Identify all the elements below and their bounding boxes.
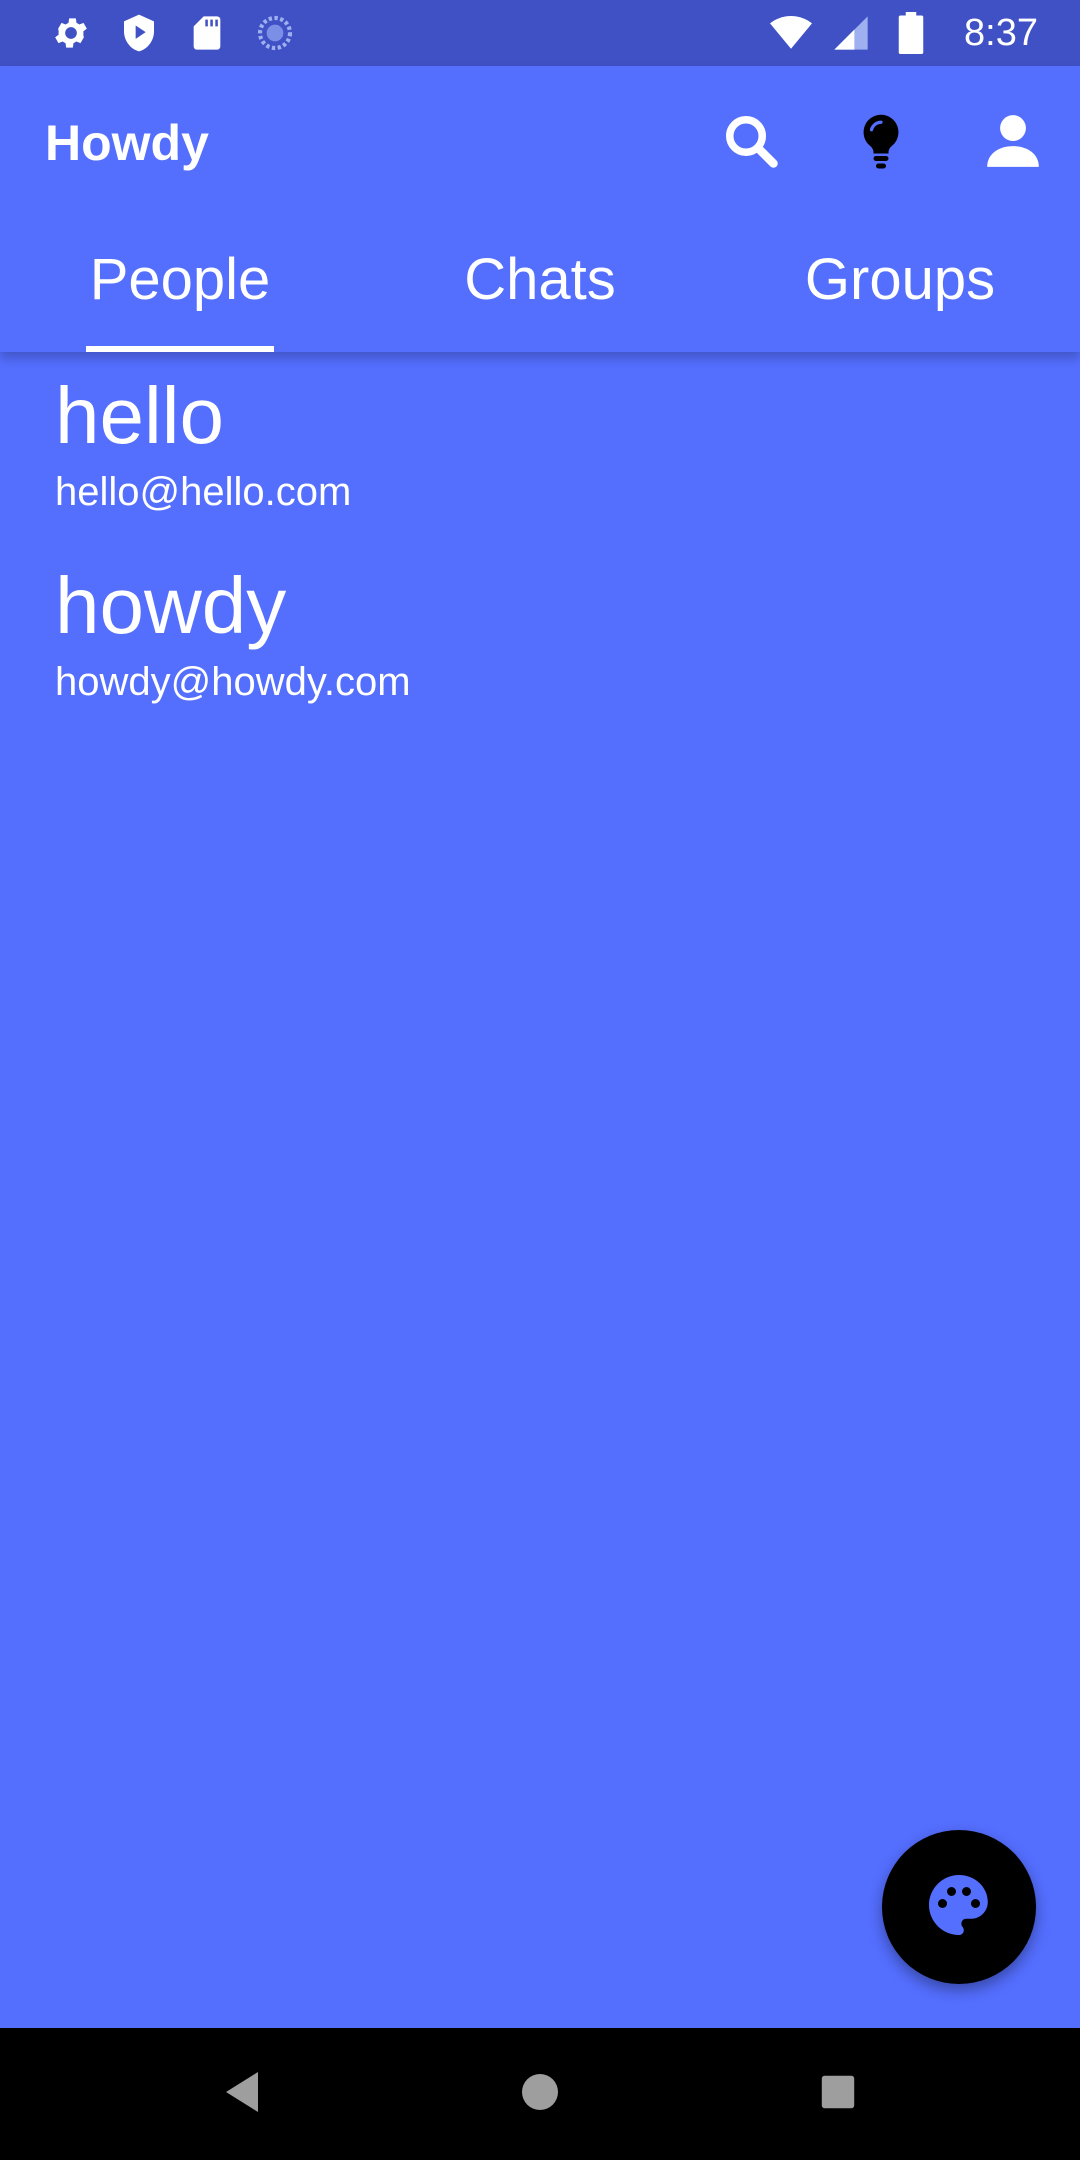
tab-people[interactable]: People (60, 246, 300, 352)
person-name: howdy (55, 561, 287, 650)
wifi-icon (770, 12, 813, 54)
tab-indicator (86, 346, 274, 352)
status-system-icons: 8:37 (770, 0, 1038, 66)
sd-card-icon (186, 12, 228, 54)
back-button[interactable] (212, 2064, 272, 2124)
person-name: hello (55, 371, 225, 460)
app-title: Howdy (45, 115, 209, 171)
status-notification-icons (50, 0, 296, 66)
sync-icon (254, 12, 296, 54)
recents-button[interactable] (808, 2064, 868, 2124)
palette-icon (923, 1869, 995, 1946)
home-icon (520, 2072, 560, 2117)
home-button[interactable] (510, 2064, 570, 2124)
list-item[interactable]: hello hello@hello.com (0, 352, 1080, 542)
app-bar: Howdy People Chats Groups (0, 66, 1080, 352)
list-item[interactable]: howdy howdy@howdy.com (0, 542, 1080, 732)
search-button[interactable] (716, 108, 786, 178)
account-icon (982, 110, 1044, 177)
status-time: 8:37 (964, 11, 1038, 54)
lightbulb-button[interactable] (846, 108, 916, 178)
back-icon (222, 2070, 262, 2119)
shield-play-icon (118, 12, 160, 54)
lightbulb-icon (851, 111, 911, 176)
gear-icon (50, 12, 92, 54)
theme-fab-button[interactable] (882, 1830, 1036, 1984)
tab-groups[interactable]: Groups (780, 246, 1020, 352)
navigation-bar (0, 2028, 1080, 2160)
person-email: howdy@howdy.com (55, 660, 411, 704)
signal-icon (830, 12, 872, 54)
people-list: hello hello@hello.com howdy howdy@howdy.… (0, 352, 1080, 732)
account-button[interactable] (978, 108, 1048, 178)
tab-bar: People Chats Groups (0, 246, 1080, 352)
search-icon (721, 111, 781, 176)
battery-icon (890, 12, 932, 54)
person-email: hello@hello.com (55, 470, 352, 514)
recents-icon (820, 2074, 856, 2115)
tab-chats[interactable]: Chats (420, 246, 660, 352)
status-bar: 8:37 (0, 0, 1080, 66)
